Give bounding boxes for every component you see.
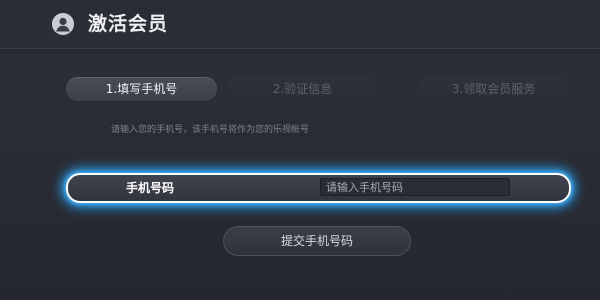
header-bar: 激活会员 xyxy=(0,0,600,49)
phone-hint-text: 请输入您的手机号，该手机号将作为您的乐视帐号 xyxy=(111,125,310,135)
user-avatar-icon xyxy=(52,13,74,35)
step-indicator: 1.填写手机号 2.验证信息 3.领取会员服务 xyxy=(0,77,600,101)
phone-input-panel[interactable]: 手机号码 xyxy=(66,173,571,203)
step-verify-info: 2.验证信息 xyxy=(227,77,378,101)
submit-phone-button[interactable]: 提交手机号码 xyxy=(223,226,411,256)
activate-membership-screen: 激活会员 1.填写手机号 2.验证信息 3.领取会员服务 请输入您的手机号，该手… xyxy=(0,0,600,300)
page-title: 激活会员 xyxy=(88,13,169,35)
phone-number-input[interactable] xyxy=(320,178,510,196)
step-claim-service: 3.领取会员服务 xyxy=(418,77,569,101)
step-fill-phone: 1.填写手机号 xyxy=(66,77,217,101)
phone-field-label: 手机号码 xyxy=(126,181,175,195)
